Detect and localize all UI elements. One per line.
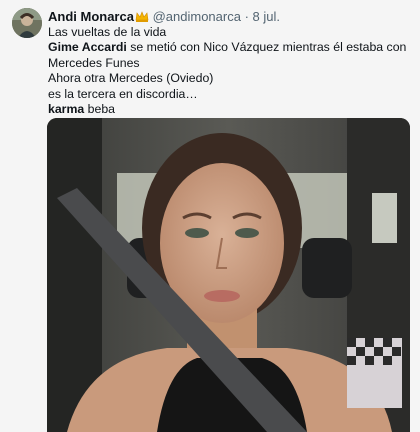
bold-name: Gime Accardi — [48, 40, 127, 55]
tweet-line: Gime Accardi se metió con Nico Vázquez m… — [48, 40, 416, 71]
bold-word: karma — [48, 102, 85, 117]
tweet-line: karma beba — [48, 102, 416, 117]
tweet-text: Las vueltas de la vida Gime Accardi se m… — [48, 25, 416, 117]
tweet-card[interactable]: Andi Monarca @andimonarca · 8 jul. Las v… — [0, 0, 420, 432]
tweet-line: Las vueltas de la vida — [48, 25, 167, 39]
line-text: beba — [84, 102, 116, 117]
tweet-photo[interactable] — [47, 118, 410, 432]
author-handle[interactable]: @andimonarca — [153, 9, 241, 24]
author-name[interactable]: Andi Monarca — [48, 9, 134, 24]
tweet-line: es la tercera en discordia… — [48, 86, 198, 101]
tweet-line: Ahora otra Mercedes (Oviedo) — [48, 71, 214, 86]
tweet-date[interactable]: 8 jul. — [253, 9, 280, 24]
crown-emoji-icon — [135, 9, 149, 22]
tweet-header: Andi Monarca @andimonarca · 8 jul. — [48, 8, 410, 26]
header-separator: · — [244, 9, 249, 24]
avatar[interactable] — [12, 8, 42, 38]
